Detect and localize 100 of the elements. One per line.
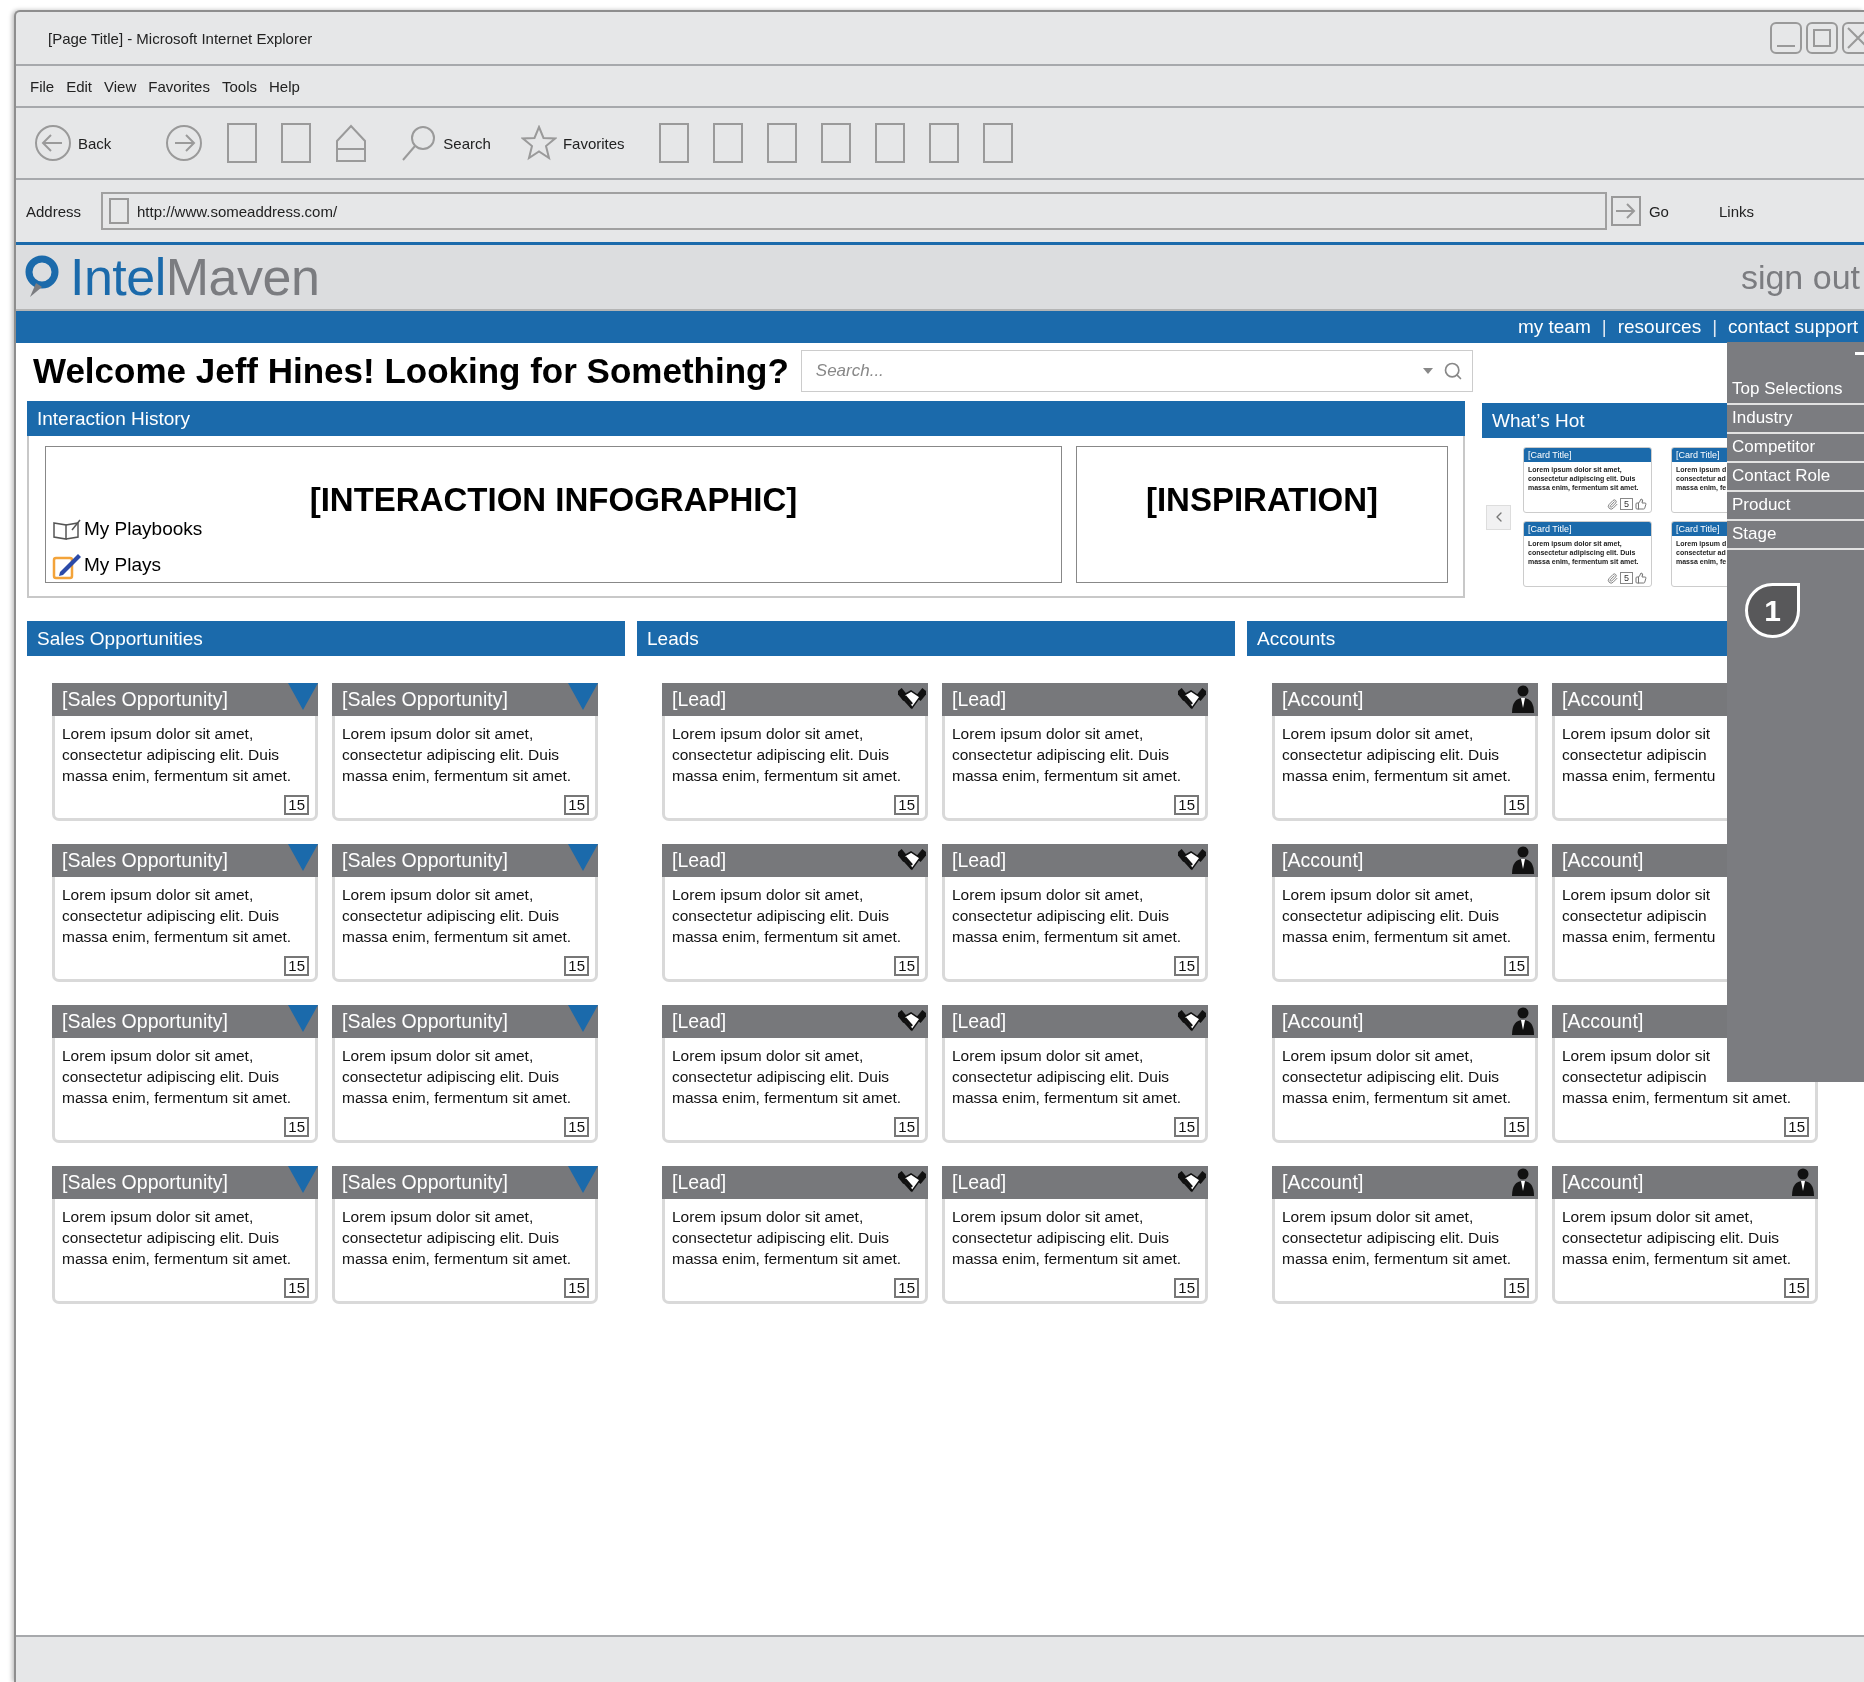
opportunity-card[interactable]: [Sales Opportunity] Lorem ipsum dolor sit amet, consectetur adipiscing elit. Duis massa enim, fermentum sit amet. 15	[332, 1005, 598, 1143]
account-card[interactable]: [Account] Lorem ipsum dolor sit amet, consectetur adipiscing elit. Duis massa enim, fermentum sit amet. 15	[1272, 1005, 1538, 1143]
count-badge: 15	[284, 1278, 309, 1298]
nav-link[interactable]: contact support	[1728, 316, 1858, 338]
menu-item[interactable]: Edit	[66, 77, 93, 95]
opportunity-card[interactable]: [Sales Opportunity] Lorem ipsum dolor sit amet, consectetur adipiscing elit. Duis massa enim, fermentum sit amet. 15	[52, 844, 318, 982]
card-title: [Lead]	[671, 1009, 727, 1033]
account-card[interactable]: [Account] Lorem ipsum dolor sit amet, consectetur adipiscing elit. Duis massa enim, fermentum sit amet. 15	[1272, 844, 1538, 982]
maximize-icon[interactable]	[1806, 22, 1838, 54]
plays-link[interactable]: My Plays	[52, 550, 162, 580]
opportunity-card[interactable]: [Sales Opportunity] Lorem ipsum dolor sit amet, consectetur adipiscing elit. Duis massa enim, fermentum sit amet. 15	[52, 683, 318, 821]
opportunity-card[interactable]: [Sales Opportunity] Lorem ipsum dolor sit amet, consectetur adipiscing elit. Duis massa enim, fermentum sit amet. 15	[332, 683, 598, 821]
address-label: Address	[26, 202, 82, 220]
infographic-title: [INTERACTION INFOGRAPHIC]	[308, 480, 799, 520]
menu-item[interactable]: Tools	[221, 77, 257, 95]
lead-card[interactable]: [Lead] Lorem ipsum dolor sit amet, consectetur adipiscing elit. Duis massa enim, fermentum sit amet. 15	[662, 1166, 928, 1304]
card-title: [Account]	[1561, 687, 1644, 711]
account-card[interactable]: [Account] Lorem ipsum dolor sit amet, consectetur adipiscing elit. Duis massa enim, fermentum sit amet. 15	[1552, 1166, 1818, 1304]
blank-button[interactable]	[281, 123, 312, 163]
menu-item[interactable]: Help	[269, 77, 300, 95]
back-button[interactable]: Back	[34, 124, 112, 162]
card-title: [Sales Opportunity]	[61, 1009, 228, 1033]
card-text: Lorem ipsum dolor sit amet, consectetur adipiscing elit. Duis massa enim, fermentum sit amet.	[1282, 1207, 1512, 1269]
blank-button[interactable]	[766, 123, 797, 163]
welcome-heading: Welcome Jeff Hines! Looking for Something?	[33, 351, 789, 391]
card-text: Lorem ipsum dolor sit amet, consectetur adipiscing elit. Duis massa enim, fermentum sit amet.	[1282, 1046, 1512, 1108]
brand-name: IntelMaven	[70, 247, 320, 307]
blank-button[interactable]	[928, 123, 959, 163]
address-field[interactable]: http://www.someaddress.com/	[101, 192, 1607, 230]
menu-item[interactable]: File	[30, 77, 55, 95]
go-link[interactable]: Go	[1648, 202, 1669, 220]
card-text: Lorem ipsum dolor sit amet, consectetur adipiscing elit. Duis massa enim, fermentum sit amet.	[62, 1046, 292, 1108]
panel-title: Interaction History	[37, 407, 191, 430]
blank-button[interactable]	[658, 123, 689, 163]
card-title: [Sales Opportunity]	[61, 1170, 228, 1194]
card-text: Lorem ipsum dolor sit amet, consectetur adipiscing elit. Duis massa enim, fermentum sit amet.	[62, 1207, 292, 1269]
links-label[interactable]: Links	[1718, 202, 1754, 220]
search-button[interactable]: Search	[401, 124, 491, 162]
account-card[interactable]: [Account] Lorem ipsum dolor sit amet, consectetur adipiscing elit. Duis massa enim, fermentum sit amet. 15	[1272, 683, 1538, 821]
previous-button[interactable]	[1486, 504, 1511, 530]
blank-button[interactable]	[820, 123, 851, 163]
blank-button[interactable]	[712, 123, 743, 163]
forward-button[interactable]	[165, 124, 204, 162]
menu-item[interactable]: Favorites	[148, 77, 210, 95]
lead-card[interactable]: [Lead] Lorem ipsum dolor sit amet, consectetur adipiscing elit. Duis massa enim, fermentum sit amet. 15	[942, 1005, 1208, 1143]
count-badge: 15	[284, 956, 309, 976]
favorites-button[interactable]: Favorites	[520, 125, 625, 161]
opportunity-card[interactable]: [Sales Opportunity] Lorem ipsum dolor sit amet, consectetur adipiscing elit. Duis massa enim, fermentum sit amet. 15	[52, 1005, 318, 1143]
count-badge: 15	[284, 1117, 309, 1137]
lead-card[interactable]: [Lead] Lorem ipsum dolor sit amet, consectetur adipiscing elit. Duis massa enim, fermentum sit amet. 15	[942, 844, 1208, 982]
count-badge: 15	[564, 795, 589, 815]
blank-square-icon	[982, 123, 1013, 163]
filter-item[interactable]: Contact Role	[1727, 463, 1864, 492]
search-field[interactable]: Search...	[800, 350, 1473, 392]
opportunity-card[interactable]: [Sales Opportunity] Lorem ipsum dolor sit amet, consectetur adipiscing elit. Duis massa enim, fermentum sit amet. 15	[52, 1166, 318, 1304]
filter-item[interactable]: Product	[1727, 492, 1864, 521]
filter-item[interactable]: Top Selections	[1727, 376, 1864, 405]
star-icon	[520, 125, 557, 161]
blank-button[interactable]	[874, 123, 905, 163]
card-title: [Account]	[1281, 1009, 1364, 1033]
card-title: [Sales Opportunity]	[61, 687, 228, 711]
lead-card[interactable]: [Lead] Lorem ipsum dolor sit amet, consectetur adipiscing elit. Duis massa enim, fermentum sit amet. 15	[662, 1005, 928, 1143]
card-title: [Card Title]	[1524, 448, 1651, 462]
thumbs-up-icon	[1635, 498, 1647, 510]
card-text: Lorem ipsum dolor sit amet, consectetur adipiscing elit. Duis massa enim, fermentum sit amet.	[342, 885, 572, 947]
lead-card[interactable]: [Lead] Lorem ipsum dolor sit amet, consectetur adipiscing elit. Duis massa enim, fermentum sit amet. 15	[942, 683, 1208, 821]
blank-button[interactable]	[982, 123, 1013, 163]
card-text: Lorem ipsum dolor sit amet, consectetur adipiscing elit. Duis massa enim, fermentum sit amet.	[1282, 885, 1512, 947]
lead-card[interactable]: [Lead] Lorem ipsum dolor sit amet, consectetur adipiscing elit. Duis massa enim, fermentum sit amet. 15	[662, 683, 928, 821]
card-text: Lorem ipsum dolor sit amet, consectetur adipiscing elit. Duis massa enim, fermentum sit amet.	[62, 885, 292, 947]
card-text: Lorem ipsum dolor sit amet, consectetur adipiscing elit. Duis massa enim, fermentum sit amet.	[952, 1207, 1182, 1269]
count-badge: 15	[1174, 795, 1199, 815]
minimize-icon[interactable]	[1770, 22, 1802, 54]
nav-separator: |	[1711, 316, 1719, 338]
blank-square-icon	[928, 123, 959, 163]
filter-item[interactable]: Competitor	[1727, 434, 1864, 463]
home-button[interactable]	[335, 123, 368, 163]
blank-square-icon	[281, 123, 312, 163]
count-badge: 15	[1504, 1117, 1529, 1137]
count-badge: 15	[894, 956, 919, 976]
playbooks-link[interactable]: My Playbooks	[52, 518, 203, 540]
nav-link[interactable]: resources	[1617, 316, 1702, 338]
filter-item[interactable]: Industry	[1727, 405, 1864, 434]
count-badge: 15	[1504, 795, 1529, 815]
filter-item[interactable]: Stage	[1727, 521, 1864, 550]
account-card[interactable]: [Account] Lorem ipsum dolor sit amet, consectetur adipiscing elit. Duis massa enim, fermentum sit amet. 15	[1272, 1166, 1538, 1304]
lead-card[interactable]: [Lead] Lorem ipsum dolor sit amet, consectetur adipiscing elit. Duis massa enim, fermentum sit amet. 15	[942, 1166, 1208, 1304]
nav-link[interactable]: my team	[1517, 316, 1591, 338]
blank-button[interactable]	[227, 123, 258, 163]
card-title: [Account]	[1281, 1170, 1364, 1194]
menu-item[interactable]: View	[104, 77, 137, 95]
home-icon	[335, 123, 368, 163]
opportunity-card[interactable]: [Sales Opportunity] Lorem ipsum dolor sit amet, consectetur adipiscing elit. Duis massa enim, fermentum sit amet. 15	[332, 1166, 598, 1304]
dropdown-caret-icon[interactable]	[1422, 368, 1433, 374]
comment-count: 5	[1620, 498, 1633, 510]
card-title: [Account]	[1561, 848, 1644, 872]
search-icon[interactable]	[1442, 361, 1463, 381]
count-badge: 15	[894, 795, 919, 815]
opportunity-card[interactable]: [Sales Opportunity] Lorem ipsum dolor sit amet, consectetur adipiscing elit. Duis massa enim, fermentum sit amet. 15	[332, 844, 598, 982]
lead-card[interactable]: [Lead] Lorem ipsum dolor sit amet, consectetur adipiscing elit. Duis massa enim, fermentum sit amet. 15	[662, 844, 928, 982]
